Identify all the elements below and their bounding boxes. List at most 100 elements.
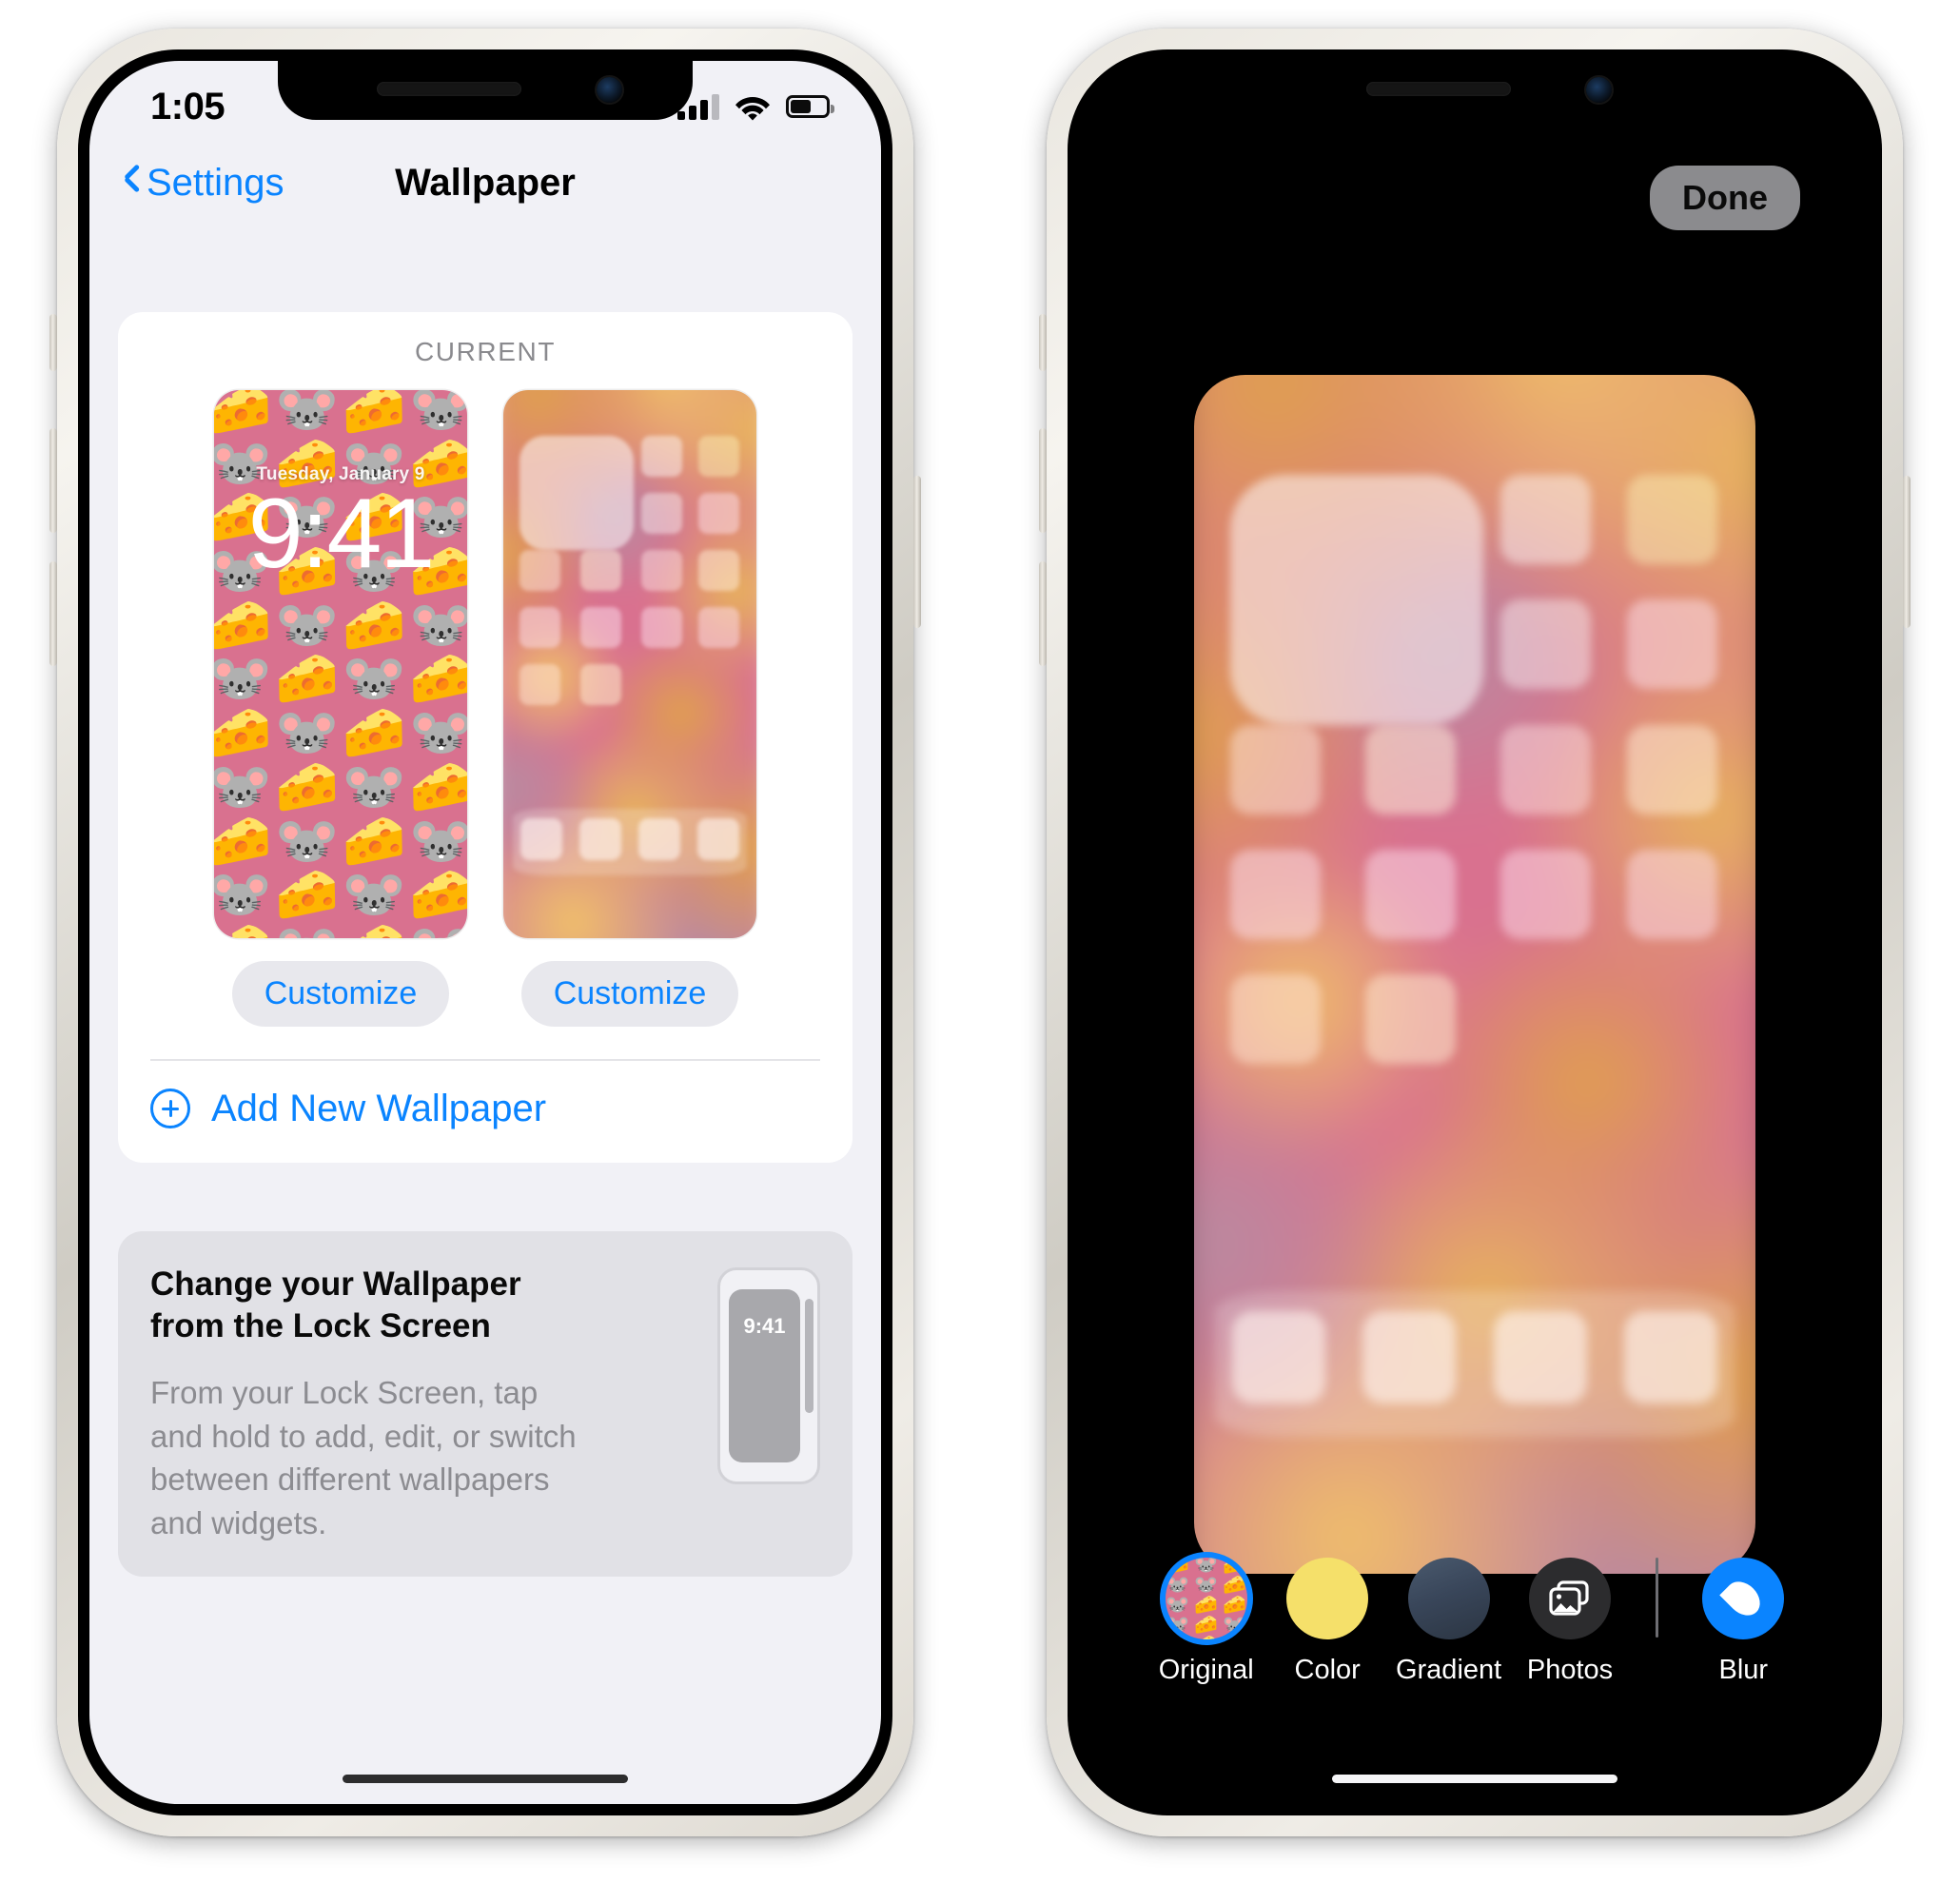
- app-icon-blurred: [580, 607, 621, 648]
- volume-up-button[interactable]: [49, 428, 57, 533]
- wallpaper-emoji: 🐭: [274, 922, 342, 938]
- wallpaper-emoji: 🐭: [214, 866, 272, 924]
- current-section-header: CURRENT: [414, 337, 557, 366]
- app-icon-blurred: [1229, 849, 1322, 939]
- wallpaper-emoji: 🐭: [1166, 1595, 1190, 1616]
- app-icon-blurred: [1626, 475, 1718, 565]
- add-new-wallpaper-row[interactable]: Add New Wallpaper: [118, 1061, 853, 1163]
- home-screen-wallpaper-large: [1194, 375, 1755, 1574]
- dock-app-icon-blurred: [1231, 1311, 1325, 1403]
- mini-phone-clock: 9:41: [743, 1313, 786, 1338]
- back-to-settings-button[interactable]: Settings: [122, 162, 284, 205]
- done-button[interactable]: Done: [1650, 166, 1800, 230]
- wallpaper-emoji: 🧀: [275, 866, 340, 924]
- wallpaper-emoji: 🧀: [214, 922, 274, 938]
- app-icon-blurred: [1499, 599, 1591, 690]
- wallpaper-emoji: 🐭: [275, 596, 340, 654]
- wifi-icon: [735, 96, 770, 120]
- right-phone-bezel: Done 🧀🐭🧀🐭🐭🧀🐭🧀🧀🐭🧀🐭🐭🧀🐭OriginalColorGradien…: [1068, 49, 1882, 1815]
- app-icon-blurred: [641, 550, 682, 591]
- style-option-photos[interactable]: Photos: [1509, 1558, 1630, 1686]
- navigation-bar: Settings Wallpaper: [89, 135, 881, 230]
- mini-phone-screen: 9:41: [729, 1288, 800, 1462]
- wallpaper-emoji: 🧀: [342, 704, 406, 762]
- home-screen-wallpaper: [503, 390, 756, 938]
- app-icon-blurred: [698, 493, 739, 534]
- style-option-color[interactable]: Color: [1266, 1558, 1387, 1686]
- volume-down-button[interactable]: [1039, 561, 1047, 666]
- customize-home-screen-button[interactable]: Customize: [520, 961, 739, 1027]
- wallpaper-emoji: 🧀: [342, 812, 406, 870]
- app-icon-blurred: [519, 607, 560, 648]
- wallpaper-emoji: 🧀: [214, 704, 272, 762]
- app-icon-blurred: [1229, 724, 1322, 814]
- wallpaper-emoji: 🐭: [1166, 1636, 1192, 1640]
- wallpaper-emoji: 🧀: [409, 866, 467, 924]
- app-icon-blurred: [1364, 974, 1457, 1065]
- wallpaper-emoji: 🧀: [275, 650, 340, 708]
- dock-app-icon-blurred: [579, 818, 621, 860]
- status-bar-indicators: [677, 93, 834, 121]
- settings-content: CURRENT 🧀 🐭 🧀 🐭 🐭 🧀 🐭 🧀 🧀 🐭 🧀 🐭 🐭 🧀 🐭 🧀 🧀 🐭 🧀 🐭 🐭 🧀 🐭 🧀 🧀 🐭 🧀 🐭 🐭 🧀 🐭 🧀…: [89, 230, 881, 1804]
- app-icon-blurred: [1499, 724, 1591, 814]
- water-drop-icon: [1719, 1575, 1768, 1622]
- mute-switch[interactable]: [1039, 314, 1047, 371]
- wallpaper-emoji: 🐭: [214, 650, 272, 708]
- dock-app-icon-blurred: [1493, 1311, 1587, 1403]
- customize-lock-screen-button[interactable]: Customize: [231, 961, 450, 1027]
- home-screen-editor-preview[interactable]: [1194, 375, 1755, 1574]
- mute-switch[interactable]: [49, 314, 57, 371]
- app-icon-blurred: [580, 550, 621, 591]
- left-phone-bezel: 1:05 Settings Wallpaper CURRENT 🧀 🐭 🧀 🐭 …: [78, 49, 892, 1815]
- photos-icon: [1529, 1558, 1612, 1639]
- app-icon-blurred: [698, 550, 739, 591]
- app-icon-blurred: [1364, 724, 1457, 814]
- wallpaper-emoji: 🧀: [409, 757, 467, 815]
- style-option-label: Photos: [1526, 1655, 1614, 1685]
- status-bar: 1:05: [89, 61, 881, 135]
- app-icon-blurred: [1499, 849, 1591, 939]
- wallpaper-emoji: 🐭: [342, 757, 406, 815]
- volume-down-button[interactable]: [49, 561, 57, 666]
- photos-icon: [1549, 1580, 1589, 1616]
- left-phone-device: 1:05 Settings Wallpaper CURRENT 🧀 🐭 🧀 🐭 …: [49, 29, 921, 1836]
- style-option-label: Color: [1294, 1655, 1361, 1685]
- color-swatch-icon: [1286, 1558, 1369, 1639]
- app-icon-blurred: [641, 493, 682, 534]
- app-icon-grid: [503, 390, 756, 938]
- screenshot-root: 1:05 Settings Wallpaper CURRENT 🧀 🐭 🧀 🐭 …: [0, 0, 1960, 1903]
- wallpaper-emoji: 🧀: [1223, 1575, 1247, 1596]
- wallpaper-emoji: 🧀: [1223, 1595, 1247, 1616]
- power-button[interactable]: [913, 476, 921, 628]
- home-indicator[interactable]: [343, 1775, 628, 1783]
- wallpaper-emoji: 🐭: [275, 390, 340, 438]
- style-option-label: Gradient: [1395, 1655, 1502, 1685]
- wallpaper-emoji: 🧀: [1194, 1615, 1219, 1636]
- home-screen-preview[interactable]: [503, 390, 756, 938]
- chevron-left-icon: [122, 167, 141, 199]
- app-icon-blurred: [519, 664, 560, 705]
- dock-app-icon-blurred: [520, 818, 562, 860]
- style-option-blur[interactable]: Blur: [1683, 1558, 1804, 1686]
- front-camera-icon: [1586, 77, 1612, 103]
- lock-screen-preview[interactable]: 🧀 🐭 🧀 🐭 🐭 🧀 🐭 🧀 🧀 🐭 🧀 🐭 🐭 🧀 🐭 🧀 🧀 🐭 🧀 🐭 🐭 🧀 🐭 🧀 🧀 🐭 🧀 🐭 🐭 🧀 🐭 🧀 🧀 🐭 🧀 🐭 🐭 🧀 🐭 🧀…: [214, 390, 467, 938]
- wallpaper-style-toolbar: 🧀🐭🧀🐭🐭🧀🐭🧀🧀🐭🧀🐭🐭🧀🐭OriginalColorGradientPhot…: [1079, 1558, 1871, 1686]
- style-option-gradient[interactable]: Gradient: [1388, 1558, 1509, 1686]
- lock-screen-tip-card: Change your Wallpaper from the Lock Scre…: [118, 1230, 853, 1578]
- wallpaper-emoji: 🐭: [409, 596, 467, 654]
- widget-large-blurred: [519, 436, 634, 550]
- volume-up-button[interactable]: [1039, 428, 1047, 533]
- wallpaper-emoji: 🧀: [342, 390, 406, 438]
- wallpaper-emoji: 🐭: [342, 650, 406, 708]
- app-icon-blurred: [1626, 599, 1718, 690]
- wallpaper-emoji: 🐭: [1221, 1636, 1247, 1640]
- wallpaper-emoji: 🧀: [409, 650, 467, 708]
- add-new-wallpaper-label: Add New Wallpaper: [211, 1087, 547, 1129]
- wallpaper-emoji: 🐭: [409, 390, 467, 438]
- settings-wallpaper-screen: 1:05 Settings Wallpaper CURRENT 🧀 🐭 🧀 🐭 …: [89, 61, 881, 1804]
- style-option-original[interactable]: 🧀🐭🧀🐭🐭🧀🐭🧀🧀🐭🧀🐭🐭🧀🐭Original: [1146, 1558, 1266, 1686]
- home-indicator[interactable]: [1332, 1775, 1617, 1783]
- wallpaper-emoji: 🐭: [342, 866, 406, 924]
- lock-screen-clock: 9:41: [247, 479, 435, 589]
- power-button[interactable]: [1903, 476, 1911, 628]
